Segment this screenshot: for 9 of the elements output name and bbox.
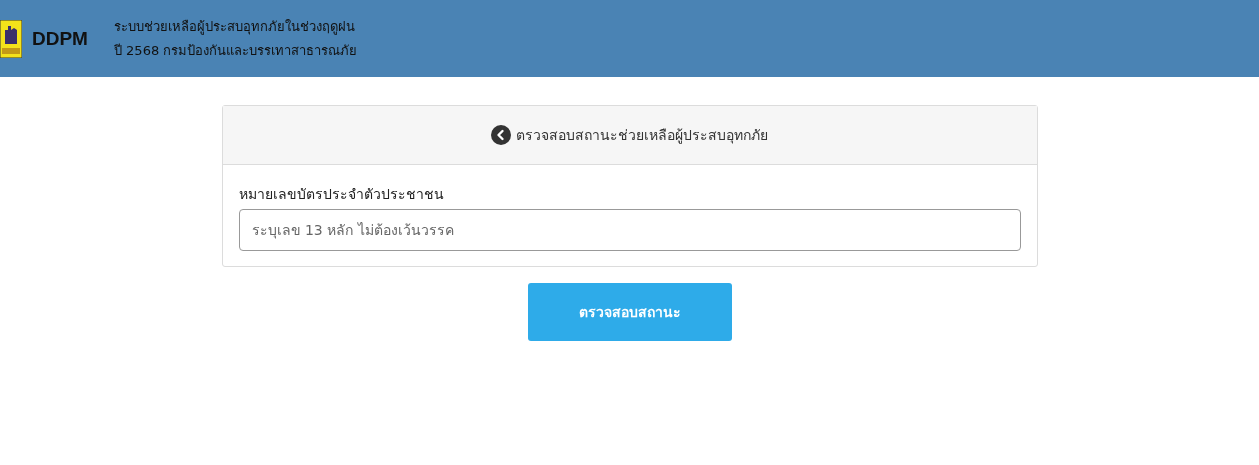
logo-icon bbox=[0, 19, 22, 58]
header-title: ระบบช่วยเหลือผู้ประสบอุทกภัยในช่วงฤดูฝน bbox=[113, 18, 356, 37]
field-label: หมายเลขบัตรประจำตัวประชาชน bbox=[238, 185, 445, 204]
check-status-button[interactable]: ตรวจสอบสถานะ bbox=[527, 283, 732, 341]
card-title: ตรวจสอบสถานะช่วยเหลือผู้ประสบอุทกภัย bbox=[516, 126, 768, 146]
brand-name: DDPM bbox=[32, 27, 88, 50]
header-title: ปี 2568 กรมป้องกันและบรรเทาสาธารณภัย bbox=[113, 42, 358, 60]
id-number-field[interactable]: ระบุเลข 13 หลัก ไม่ต้องเว้นวรรค bbox=[238, 209, 1021, 251]
back-icon[interactable] bbox=[491, 125, 511, 145]
